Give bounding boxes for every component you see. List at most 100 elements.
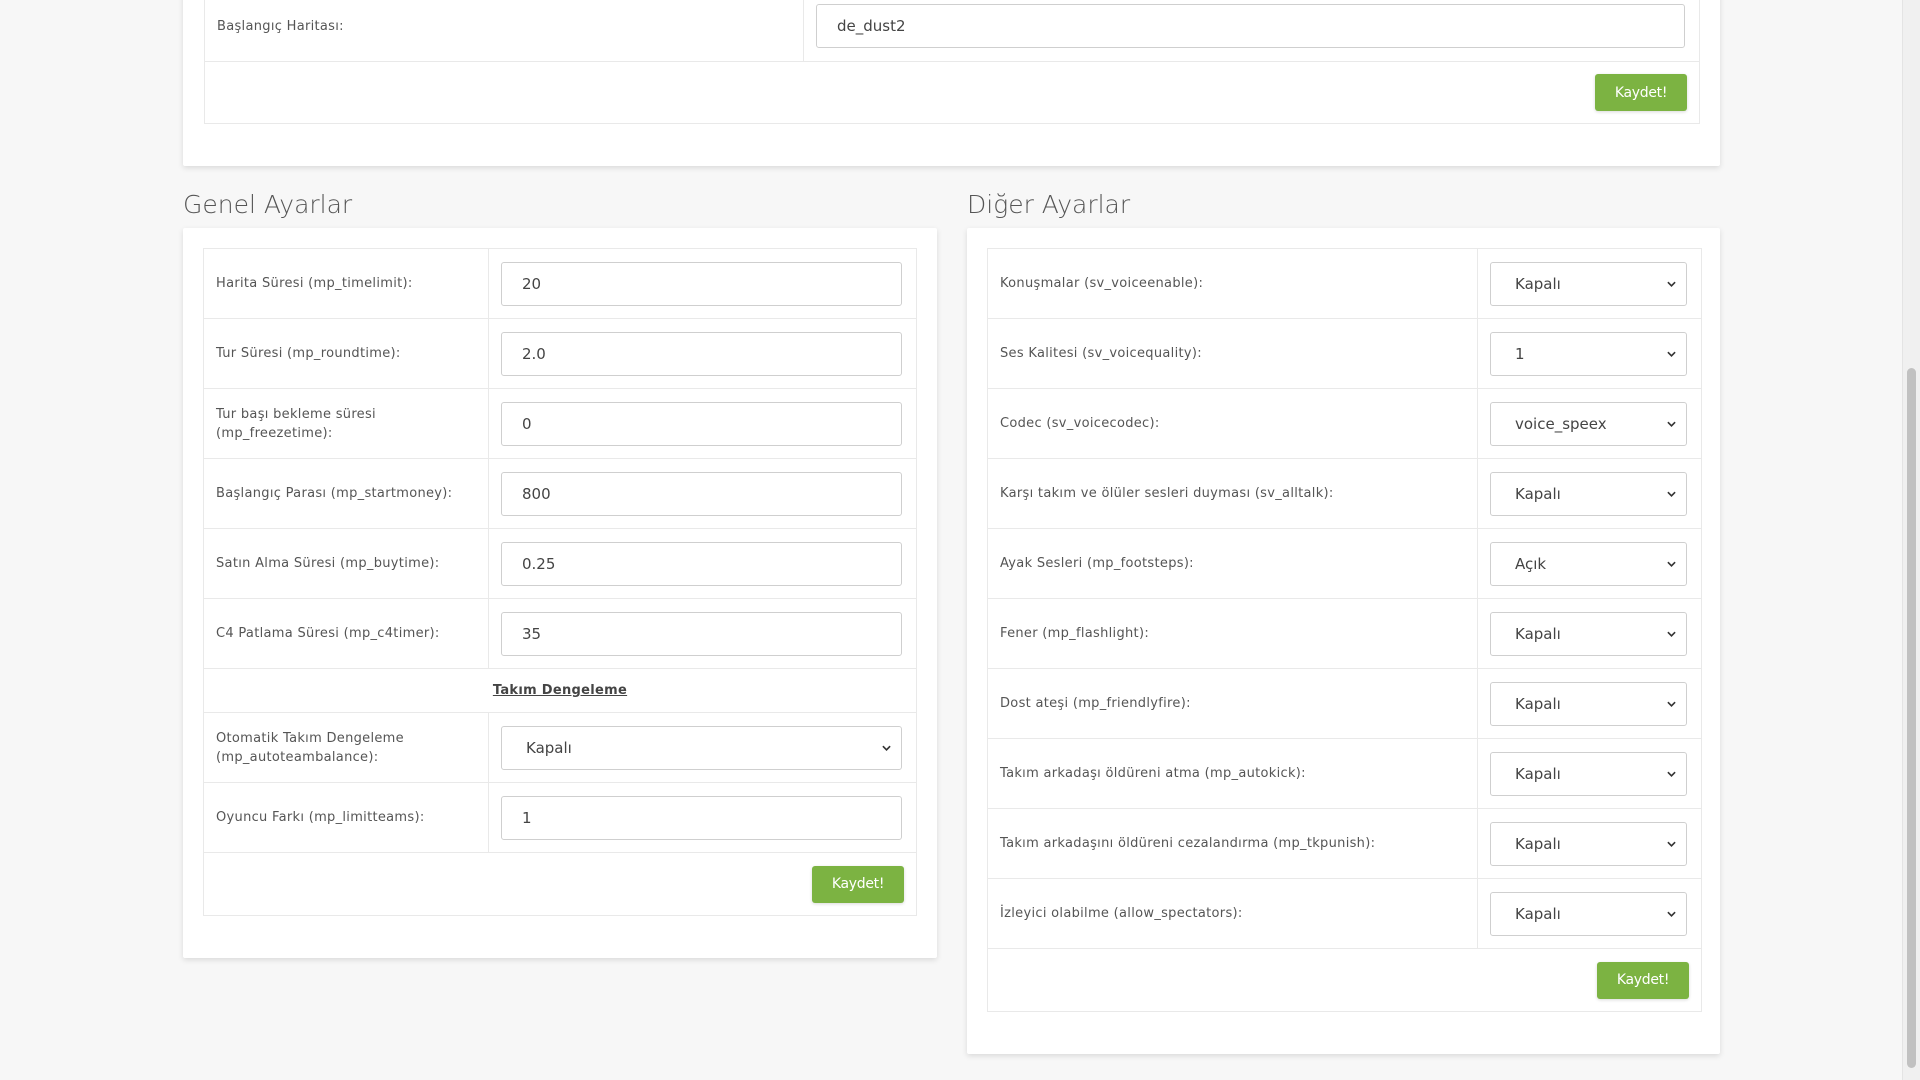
setting-row-limitteams: Oyuncu Farkı (mp_limitteams): 1 [204,783,916,853]
general-settings-card: Harita Süresi (mp_timelimit): 20 Tur Sür… [183,228,937,958]
limitteams-input[interactable]: 1 [501,795,902,840]
friendlyfire-select[interactable]: Kapalı [1490,681,1687,726]
page-scrollbar[interactable] [1902,0,1920,1080]
roundtime-label: Tur Süresi (mp_roundtime): [204,319,489,388]
timelimit-input[interactable]: 20 [501,261,902,306]
voicecodec-label: Codec (sv_voicecodec): [988,389,1478,458]
flashlight-cell: Kapalı [1478,599,1699,668]
limitteams-label: Oyuncu Farkı (mp_limitteams): [204,783,489,852]
spectators-cell: Kapalı [1478,879,1699,948]
setting-row-startmoney: Başlangıç Parası (mp_startmoney): 800 [204,459,916,529]
chevron-down-icon [1667,491,1676,497]
flashlight-label: Fener (mp_flashlight): [988,599,1478,668]
setting-row-autoteambalance: Otomatik Takım Dengeleme (mp_autoteambal… [204,713,916,783]
chevron-down-icon [1667,561,1676,567]
startmoney-input[interactable]: 800 [501,471,902,516]
setting-row-friendlyfire: Dost ateşi (mp_friendlyfire): Kapalı [988,669,1701,739]
flashlight-select[interactable]: Kapalı [1490,611,1687,656]
voiceenable-selected: Kapalı [1515,274,1561,293]
scrollbar-thumb[interactable] [1907,368,1916,1068]
server-map-table: Başlangıç Haritası: de_dust2 Kaydet! [204,0,1700,124]
autoteambalance-select[interactable]: Kapalı [501,725,902,770]
footsteps-select[interactable]: Açık [1490,541,1687,586]
c4timer-input[interactable]: 35 [501,611,902,656]
chevron-down-icon [1667,631,1676,637]
voicequality-select[interactable]: 1 [1490,331,1687,376]
other-settings-footer: Kaydet! [988,949,1701,1011]
chevron-down-icon [1667,351,1676,357]
freezetime-label: Tur başı bekleme süresi (mp_freezetime): [204,389,489,458]
start-map-row: Başlangıç Haritası: de_dust2 [205,0,1699,62]
server-map-card: Başlangıç Haritası: de_dust2 Kaydet! [183,0,1720,166]
save-general-button[interactable]: Kaydet! [812,865,904,903]
alltalk-selected: Kapalı [1515,484,1561,503]
autokick-cell: Kapalı [1478,739,1699,808]
footsteps-selected: Açık [1515,554,1547,573]
setting-row-spectators: İzleyici olabilme (allow_spectators): Ka… [988,879,1701,949]
setting-row-voicecodec: Codec (sv_voicecodec): voice_speex [988,389,1701,459]
setting-row-timelimit: Harita Süresi (mp_timelimit): 20 [204,249,916,319]
spectators-selected: Kapalı [1515,904,1561,923]
chevron-down-icon [1667,421,1676,427]
general-settings-title: Genel Ayarlar [183,190,353,219]
start-map-input[interactable]: de_dust2 [816,4,1685,48]
general-settings-table: Harita Süresi (mp_timelimit): 20 Tur Sür… [203,248,917,916]
chevron-down-icon [1667,911,1676,917]
autokick-selected: Kapalı [1515,764,1561,783]
footsteps-label: Ayak Sesleri (mp_footsteps): [988,529,1478,598]
friendlyfire-cell: Kapalı [1478,669,1699,738]
alltalk-select[interactable]: Kapalı [1490,471,1687,516]
start-map-cell: de_dust2 [804,0,1697,61]
buytime-input[interactable]: 0.25 [501,541,902,586]
voicecodec-selected: voice_speex [1515,414,1607,433]
setting-row-alltalk: Karşı takım ve ölüler sesleri duyması (s… [988,459,1701,529]
freezetime-input[interactable]: 0 [501,401,902,446]
spectators-select[interactable]: Kapalı [1490,891,1687,936]
voiceenable-label: Konuşmalar (sv_voiceenable): [988,249,1478,318]
chevron-down-icon [882,745,891,751]
voiceenable-select[interactable]: Kapalı [1490,261,1687,306]
team-balance-heading-row: Takım Dengeleme [204,669,916,713]
voicecodec-select[interactable]: voice_speex [1490,401,1687,446]
flashlight-selected: Kapalı [1515,624,1561,643]
voiceenable-cell: Kapalı [1478,249,1699,318]
tkpunish-select[interactable]: Kapalı [1490,821,1687,866]
setting-row-flashlight: Fener (mp_flashlight): Kapalı [988,599,1701,669]
team-balance-heading[interactable]: Takım Dengeleme [493,683,627,698]
setting-row-tkpunish: Takım arkadaşını öldüreni cezalandırma (… [988,809,1701,879]
roundtime-input[interactable]: 2.0 [501,331,902,376]
voicecodec-cell: voice_speex [1478,389,1699,458]
autoteambalance-selected: Kapalı [526,738,572,757]
save-other-button[interactable]: Kaydet! [1597,961,1689,999]
other-settings-card: Konuşmalar (sv_voiceenable): Kapalı Ses … [967,228,1720,1054]
setting-row-buytime: Satın Alma Süresi (mp_buytime): 0.25 [204,529,916,599]
start-map-label: Başlangıç Haritası: [205,0,804,61]
friendlyfire-label: Dost ateşi (mp_friendlyfire): [988,669,1478,738]
autokick-select[interactable]: Kapalı [1490,751,1687,796]
footsteps-cell: Açık [1478,529,1699,598]
c4timer-cell: 35 [489,599,914,668]
alltalk-label: Karşı takım ve ölüler sesleri duyması (s… [988,459,1478,528]
setting-row-footsteps: Ayak Sesleri (mp_footsteps): Açık [988,529,1701,599]
setting-row-autokick: Takım arkadaşı öldüreni atma (mp_autokic… [988,739,1701,809]
chevron-down-icon [1667,841,1676,847]
general-settings-footer: Kaydet! [204,853,916,915]
chevron-down-icon [1667,771,1676,777]
alltalk-cell: Kapalı [1478,459,1699,528]
other-settings-title: Diğer Ayarlar [967,190,1131,219]
start-map-footer: Kaydet! [205,62,1699,123]
tkpunish-cell: Kapalı [1478,809,1699,878]
setting-row-freezetime: Tur başı bekleme süresi (mp_freezetime):… [204,389,916,459]
buytime-cell: 0.25 [489,529,914,598]
timelimit-cell: 20 [489,249,914,318]
tkpunish-selected: Kapalı [1515,834,1561,853]
limitteams-cell: 1 [489,783,914,852]
startmoney-label: Başlangıç Parası (mp_startmoney): [204,459,489,528]
voicequality-cell: 1 [1478,319,1699,388]
buytime-label: Satın Alma Süresi (mp_buytime): [204,529,489,598]
save-map-button[interactable]: Kaydet! [1595,74,1687,111]
setting-row-voicequality: Ses Kalitesi (sv_voicequality): 1 [988,319,1701,389]
setting-row-roundtime: Tur Süresi (mp_roundtime): 2.0 [204,319,916,389]
startmoney-cell: 800 [489,459,914,528]
chevron-down-icon [1667,281,1676,287]
